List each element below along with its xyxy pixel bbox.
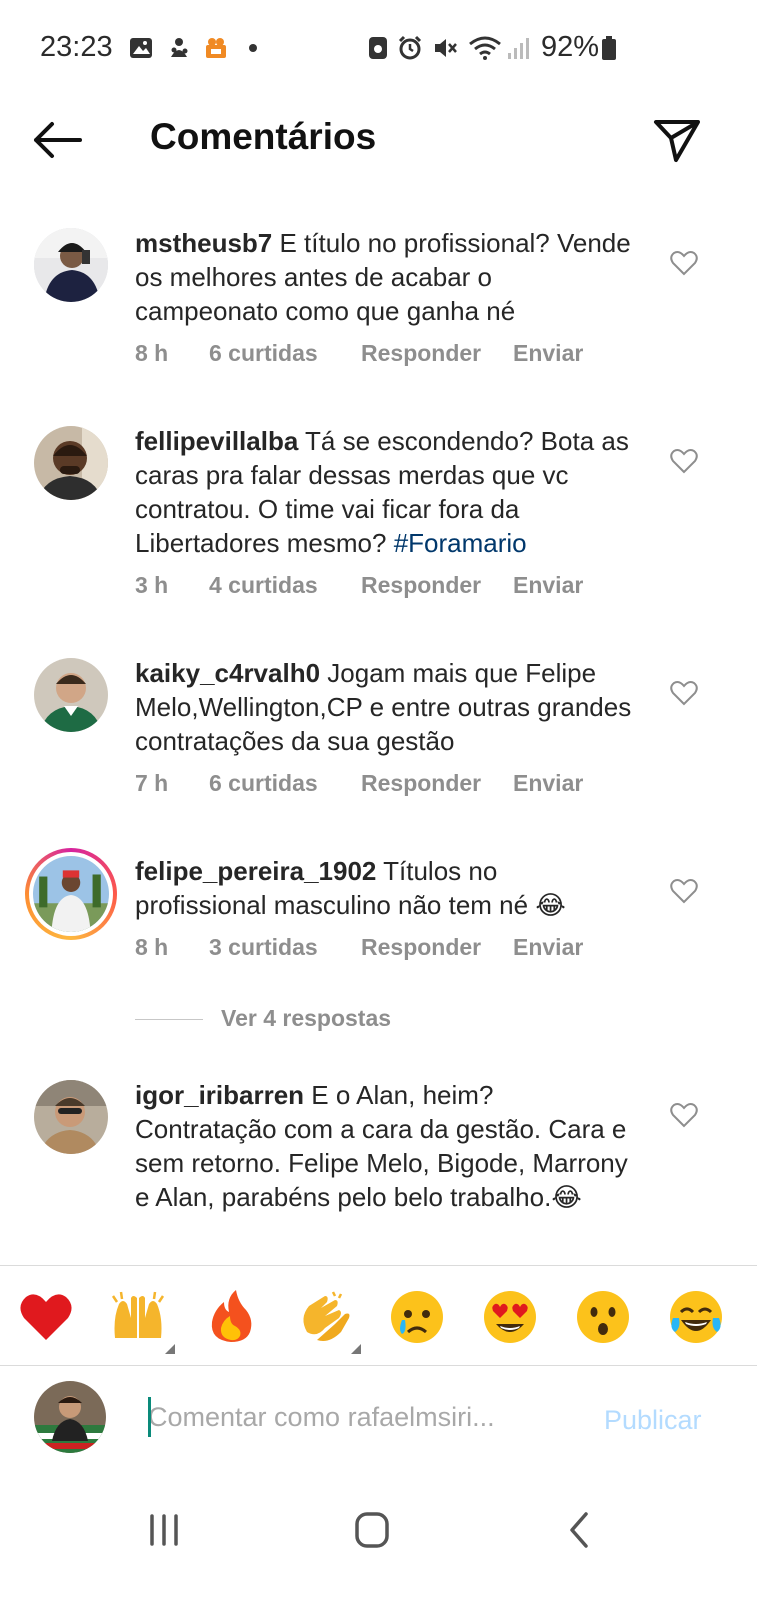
comment-item: kaiky_c4rvalh0 Jogam mais que Felipe Mel… [0, 658, 757, 818]
emoji-raising-hands[interactable] [109, 1288, 167, 1346]
comment-likes[interactable]: 6 curtidas [209, 770, 318, 797]
comment-item: mstheusb7 E título no profissional? Vend… [0, 228, 757, 388]
paper-plane-icon[interactable] [652, 114, 702, 164]
heart-icon[interactable] [670, 448, 698, 474]
comment-composer: Publicar [0, 1367, 757, 1477]
view-replies-label[interactable]: Ver 4 respostas [221, 1005, 391, 1032]
dot-icon [249, 44, 257, 52]
reply-button[interactable]: Responder [361, 572, 481, 599]
comment-likes[interactable]: 4 curtidas [209, 572, 318, 599]
comment-username[interactable]: fellipevillalba [135, 426, 298, 456]
comment-username[interactable]: felipe_pereira_1902 [135, 856, 376, 886]
story-avatar[interactable] [25, 848, 117, 940]
comment-username[interactable]: igor_iribarren [135, 1080, 304, 1110]
comment-input[interactable] [148, 1395, 548, 1439]
app-notification-icon [171, 38, 188, 57]
emoji-surprised-face[interactable] [574, 1288, 632, 1346]
emoji-clapping-hands[interactable] [295, 1288, 353, 1346]
send-button[interactable]: Enviar [513, 572, 583, 599]
heart-icon[interactable] [670, 878, 698, 904]
page-title: Comentários [150, 116, 377, 157]
wifi-icon [469, 36, 501, 60]
back-icon[interactable] [550, 1500, 610, 1560]
skin-tone-indicator [165, 1344, 175, 1354]
home-icon[interactable] [342, 1500, 402, 1560]
view-replies[interactable]: Ver 4 respostas [135, 1003, 535, 1037]
comment-item: igor_iribarren E o Alan, heim? Contrataç… [0, 1080, 757, 1260]
avatar[interactable] [34, 228, 108, 302]
mute-icon [435, 39, 457, 57]
emoji-crying-face[interactable] [388, 1288, 446, 1346]
signal-icon [508, 38, 529, 59]
header: Comentários [0, 100, 757, 180]
alarm-icon [398, 35, 422, 60]
app-notification-icon [206, 38, 226, 58]
avatar[interactable] [34, 426, 108, 500]
reply-button[interactable]: Responder [361, 340, 481, 367]
arrow-left-icon[interactable] [30, 118, 86, 162]
hashtag-link[interactable]: #Foramario [394, 528, 527, 558]
heart-icon[interactable] [670, 250, 698, 276]
battery-icon [602, 36, 616, 60]
comment-username[interactable]: mstheusb7 [135, 228, 272, 258]
comment-time: 7 h [135, 770, 169, 796]
comment-username[interactable]: kaiky_c4rvalh0 [135, 658, 320, 688]
heart-icon[interactable] [670, 1102, 698, 1128]
send-button[interactable]: Enviar [513, 934, 583, 961]
comment-likes[interactable]: 3 curtidas [209, 934, 318, 961]
battery-percent: 92% [541, 31, 600, 63]
emoji-tears-of-joy[interactable] [667, 1288, 725, 1346]
comment-likes[interactable]: 6 curtidas [209, 340, 318, 367]
avatar[interactable] [34, 658, 108, 732]
system-nav-bar [0, 1478, 757, 1600]
gallery-icon [130, 38, 152, 58]
comment-item: fellipevillalba Tá se escondendo? Bota a… [0, 426, 757, 626]
comment-time: 3 h [135, 572, 169, 598]
comment-time: 8 h [135, 340, 169, 366]
emoji-heart-eyes[interactable] [481, 1288, 539, 1346]
emoji-heart[interactable] [17, 1288, 75, 1346]
send-button[interactable]: Enviar [513, 770, 583, 797]
emoji-quick-bar [0, 1265, 757, 1366]
avatar[interactable] [34, 1080, 108, 1154]
skin-tone-indicator [351, 1344, 361, 1354]
status-bar: 23:23 92% [0, 0, 757, 100]
status-time: 23:23 [40, 31, 113, 63]
vibrate-icon [369, 37, 387, 59]
comment-time: 8 h [135, 934, 169, 960]
reply-button[interactable]: Responder [361, 770, 481, 797]
send-button[interactable]: Enviar [513, 340, 583, 367]
reply-button[interactable]: Responder [361, 934, 481, 961]
divider-line [135, 1019, 203, 1020]
recent-apps-icon[interactable] [134, 1500, 194, 1560]
own-avatar [34, 1381, 106, 1453]
text-cursor [148, 1397, 151, 1437]
publish-button[interactable]: Publicar [604, 1405, 702, 1436]
emoji-fire[interactable] [202, 1288, 260, 1346]
heart-icon[interactable] [670, 680, 698, 706]
